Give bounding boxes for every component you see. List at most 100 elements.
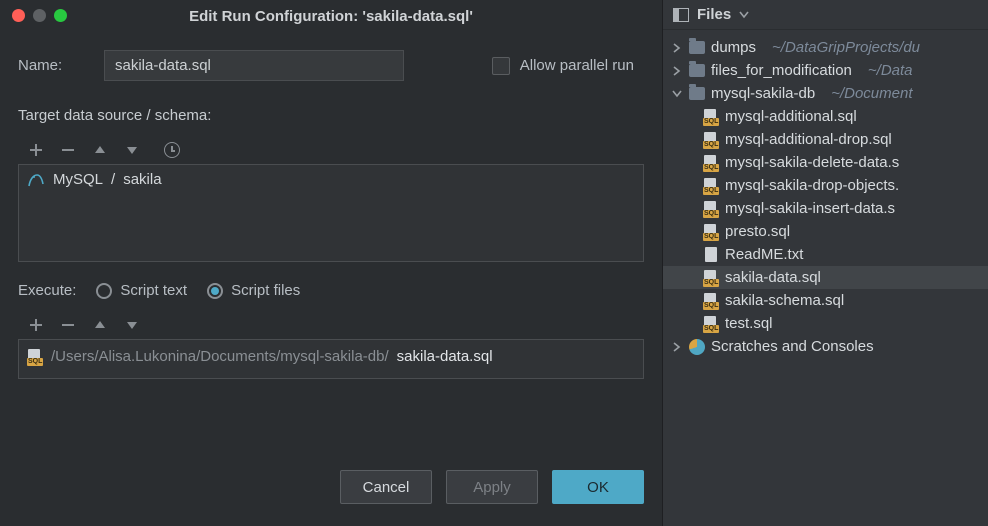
tree-label: mysql-sakila-delete-data.s [725, 154, 899, 171]
ds-toolbar [18, 136, 644, 164]
tree-file[interactable]: SQL mysql-additional-drop.sql [663, 128, 988, 151]
folder-icon [689, 64, 705, 77]
add-icon[interactable] [28, 142, 44, 158]
sql-file-icon: SQL [703, 155, 719, 171]
tree-label: presto.sql [725, 223, 790, 240]
move-up-icon[interactable] [92, 142, 108, 158]
tree-label: dumps [711, 39, 756, 56]
ds-item[interactable]: MySQL / sakila [27, 171, 635, 188]
panel-icon [673, 8, 689, 22]
tree-path: ~/DataGripProjects/du [772, 39, 920, 56]
minimize-icon [33, 9, 46, 22]
script-file-list[interactable]: SQL /Users/Alisa.Lukonina/Documents/mysq… [18, 339, 644, 379]
files-tool-window: Files dumps ~/DataGripProjects/du files_… [663, 0, 988, 526]
files-title: Files [697, 6, 731, 23]
script-file-name: sakila-data.sql [397, 348, 493, 365]
chevron-down-icon[interactable] [671, 88, 683, 100]
tree-file[interactable]: SQL sakila-schema.sql [663, 289, 988, 312]
mysql-icon [27, 172, 45, 188]
tree-file-selected[interactable]: SQL sakila-data.sql [663, 266, 988, 289]
history-icon[interactable] [164, 142, 180, 158]
tree-scratches[interactable]: Scratches and Consoles [663, 335, 988, 358]
sql-file-icon: SQL [703, 316, 719, 332]
chevron-right-icon[interactable] [671, 65, 683, 77]
remove-icon[interactable] [60, 142, 76, 158]
script-file-dir: /Users/Alisa.Lukonina/Documents/mysql-sa… [51, 348, 389, 365]
ds-sep: / [111, 171, 115, 188]
text-file-icon [703, 247, 719, 263]
tree-label: mysql-sakila-db [711, 85, 815, 102]
tree-file[interactable]: SQL mysql-sakila-insert-data.s [663, 197, 988, 220]
radio-icon [96, 283, 112, 299]
tree-label: mysql-sakila-drop-objects. [725, 177, 899, 194]
tree-label: ReadME.txt [725, 246, 803, 263]
dialog-title: Edit Run Configuration: 'sakila-data.sql… [189, 8, 473, 25]
tree-label: mysql-additional.sql [725, 108, 857, 125]
name-input[interactable] [104, 50, 404, 81]
sql-file-icon: SQL [703, 132, 719, 148]
close-icon[interactable] [12, 9, 25, 22]
move-down-icon[interactable] [124, 317, 140, 333]
tree-label: mysql-sakila-insert-data.s [725, 200, 895, 217]
run-config-dialog: Edit Run Configuration: 'sakila-data.sql… [0, 0, 663, 526]
sql-file-icon: SQL [703, 224, 719, 240]
dialog-titlebar: Edit Run Configuration: 'sakila-data.sql… [0, 0, 662, 32]
tree-file[interactable]: SQL test.sql [663, 312, 988, 335]
files-toolbar [18, 311, 644, 339]
tree-label: files_for_modification [711, 62, 852, 79]
tree-label: Scratches and Consoles [711, 338, 874, 355]
script-file-item[interactable]: SQL /Users/Alisa.Lukonina/Documents/mysq… [27, 348, 635, 365]
chevron-down-icon[interactable] [739, 11, 749, 19]
ds-listbox[interactable]: MySQL / sakila [18, 164, 644, 262]
tree-label: test.sql [725, 315, 773, 332]
name-label: Name: [18, 57, 86, 74]
sql-file-icon: SQL [27, 349, 43, 365]
tree-folder-sakila[interactable]: mysql-sakila-db ~/Document [663, 82, 988, 105]
ds-source: MySQL [53, 171, 103, 188]
sql-file-icon: SQL [703, 109, 719, 125]
files-tree[interactable]: dumps ~/DataGripProjects/du files_for_mo… [663, 30, 988, 526]
files-header[interactable]: Files [663, 0, 988, 30]
radio-script-files[interactable]: Script files [207, 282, 300, 299]
ok-button[interactable]: OK [552, 470, 644, 504]
apply-button[interactable]: Apply [446, 470, 538, 504]
allow-parallel-checkbox[interactable]: Allow parallel run [492, 57, 634, 75]
tree-file[interactable]: SQL mysql-additional.sql [663, 105, 988, 128]
chevron-right-icon[interactable] [671, 42, 683, 54]
ds-schema: sakila [123, 171, 161, 188]
tree-path: ~/Data [868, 62, 913, 79]
folder-icon [689, 87, 705, 100]
sql-file-icon: SQL [703, 270, 719, 286]
move-down-icon[interactable] [124, 142, 140, 158]
sql-file-icon: SQL [703, 201, 719, 217]
move-up-icon[interactable] [92, 317, 108, 333]
tree-label: sakila-data.sql [725, 269, 821, 286]
sql-file-icon: SQL [703, 293, 719, 309]
chevron-right-icon[interactable] [671, 341, 683, 353]
cancel-button[interactable]: Cancel [340, 470, 432, 504]
radio-script-files-label: Script files [231, 282, 300, 299]
scratches-icon [689, 339, 705, 355]
allow-parallel-label: Allow parallel run [520, 57, 634, 74]
tree-folder-dumps[interactable]: dumps ~/DataGripProjects/du [663, 36, 988, 59]
tree-file[interactable]: SQL mysql-sakila-drop-objects. [663, 174, 988, 197]
target-ds-label: Target data source / schema: [18, 107, 644, 124]
radio-script-text-label: Script text [120, 282, 187, 299]
tree-folder-files-mod[interactable]: files_for_modification ~/Data [663, 59, 988, 82]
execute-label: Execute: [18, 282, 76, 299]
tree-path: ~/Document [831, 85, 912, 102]
dialog-footer: Cancel Apply OK [0, 454, 662, 526]
radio-script-text[interactable]: Script text [96, 282, 187, 299]
tree-file[interactable]: ReadME.txt [663, 243, 988, 266]
radio-icon [207, 283, 223, 299]
tree-file[interactable]: SQL mysql-sakila-delete-data.s [663, 151, 988, 174]
maximize-icon[interactable] [54, 9, 67, 22]
tree-label: sakila-schema.sql [725, 292, 844, 309]
folder-icon [689, 41, 705, 54]
remove-icon[interactable] [60, 317, 76, 333]
tree-file[interactable]: SQL presto.sql [663, 220, 988, 243]
tree-label: mysql-additional-drop.sql [725, 131, 892, 148]
checkbox-icon [492, 57, 510, 75]
add-icon[interactable] [28, 317, 44, 333]
sql-file-icon: SQL [703, 178, 719, 194]
